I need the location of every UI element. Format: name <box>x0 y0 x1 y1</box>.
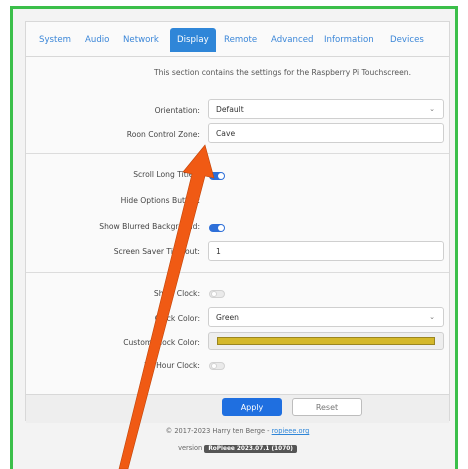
annotation-arrow-icon <box>118 144 215 469</box>
